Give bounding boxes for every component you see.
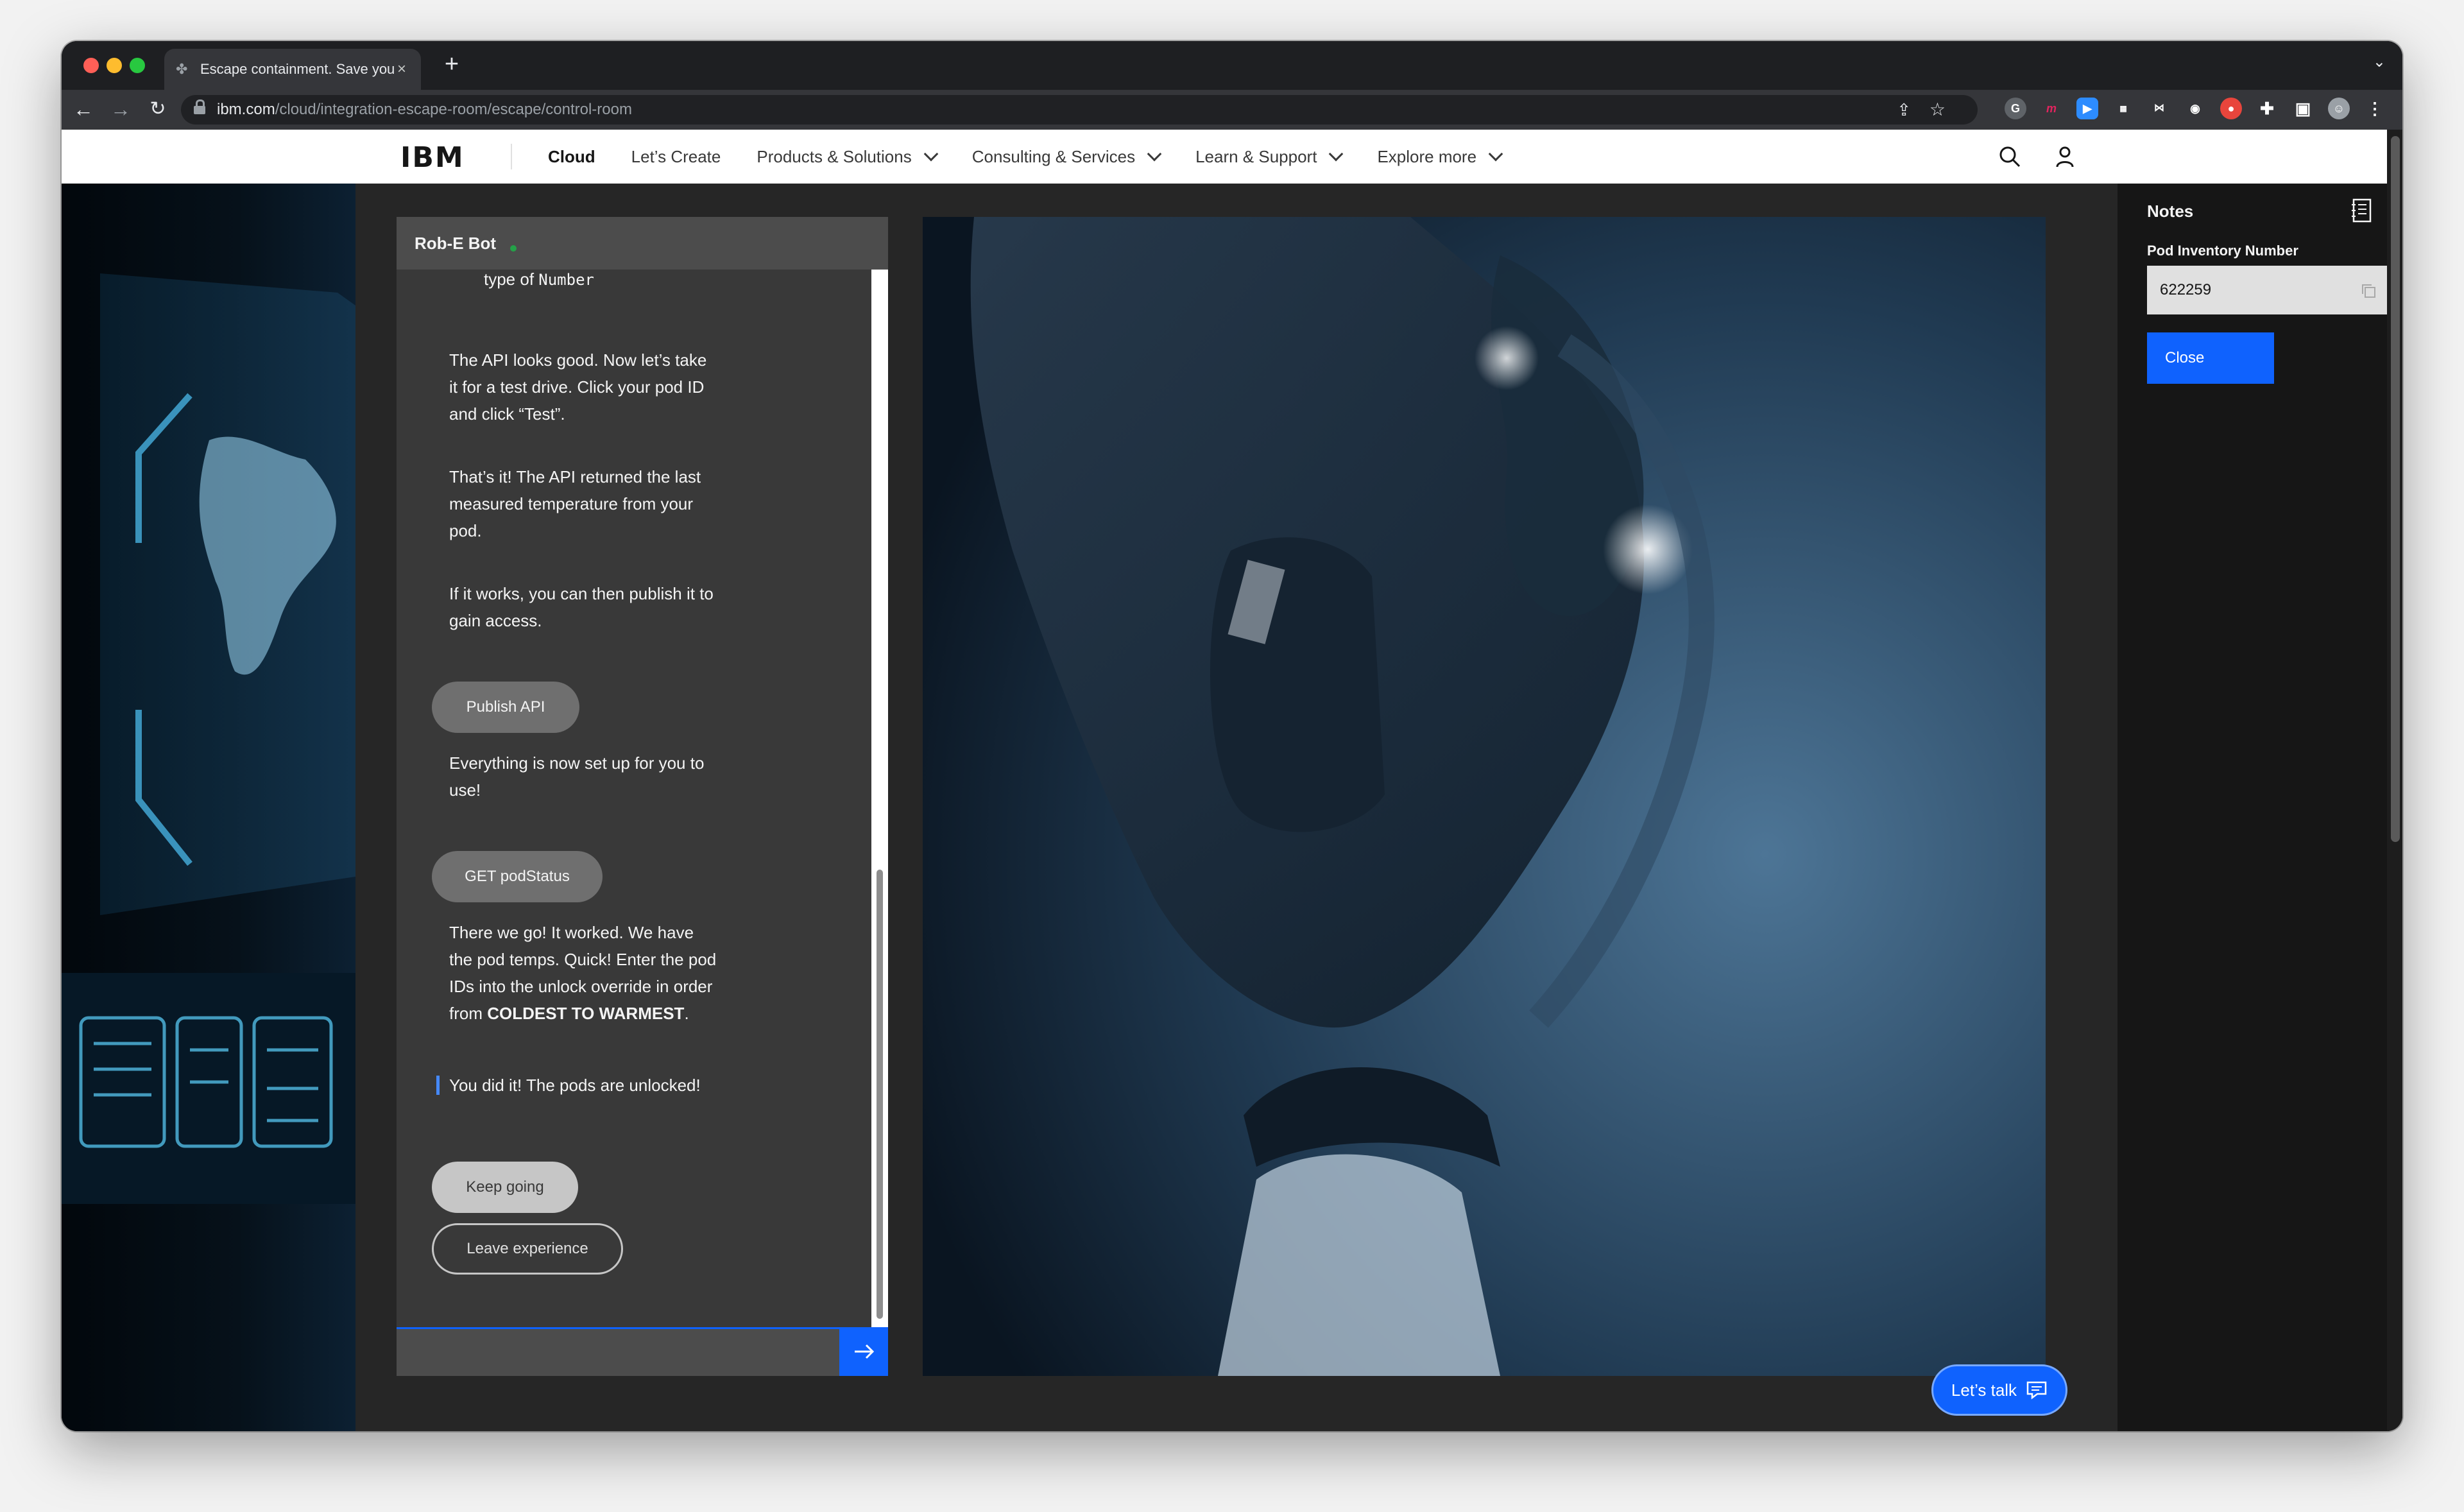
url-text: ibm.com/cloud/integration-escape-room/es… <box>217 101 632 118</box>
m-extension-icon[interactable]: m <box>2041 98 2062 119</box>
chat-messages[interactable]: type of Number The API looks good. Now l… <box>397 270 888 1277</box>
notes-title: Notes <box>2147 202 2194 221</box>
main-content: Rob-E Bot type of Number The API looks g… <box>355 184 2118 1431</box>
tab-title: Escape containment. Save your <box>200 61 394 77</box>
control-room-background <box>62 184 355 1431</box>
chat-input[interactable] <box>397 1327 839 1376</box>
browser-toolbar: ← → ↻ ibm.com/cloud/integration-escape-r… <box>62 90 2402 130</box>
profile-avatar[interactable]: ☺ <box>2328 98 2350 119</box>
page-scrollbar[interactable] <box>2387 130 2402 1431</box>
tab-strip: ✤ Escape containment. Save your × + ⌄ <box>62 41 2402 90</box>
online-status-dot <box>510 245 517 252</box>
notes-panel: Notes Pod Inventory Number 622259 Close <box>2118 184 2390 1431</box>
chevron-down-icon <box>1329 146 1344 162</box>
robot-illustration <box>923 217 2046 1376</box>
new-tab-button[interactable]: + <box>438 50 466 78</box>
close-button[interactable]: Close <box>2147 332 2274 384</box>
chevron-down-icon[interactable]: ⌄ <box>2373 53 2386 71</box>
chat-header: Rob-E Bot <box>397 217 888 270</box>
nav-link-products[interactable]: Products & Solutions <box>757 146 939 167</box>
new-extension-icon[interactable]: ▦ <box>2112 98 2134 119</box>
lets-talk-button[interactable]: Let’s talk <box>1931 1364 2067 1416</box>
minimize-window-button[interactable] <box>107 58 122 73</box>
chat-message: The API looks good. Now let’s take it fo… <box>449 350 707 424</box>
ibm-masthead: IBM Cloud Let’s Create Products & Soluti… <box>62 130 2387 184</box>
chat-scrollbar[interactable] <box>871 270 888 1328</box>
chat-message: You did it! The pods are unlocked! <box>449 1076 701 1095</box>
chevron-down-icon <box>1147 146 1162 162</box>
more-menu-icon[interactable]: ⋮ <box>2364 98 2386 119</box>
chat-message: Everything is now set up for you to use! <box>449 753 705 800</box>
web-page: IBM Cloud Let’s Create Products & Soluti… <box>62 130 2402 1431</box>
chat-message: type of Number <box>484 270 594 289</box>
pod-inventory-value: 622259 <box>2160 281 2212 298</box>
leave-experience-button[interactable]: Leave experience <box>432 1223 623 1275</box>
notebook-icon[interactable] <box>2351 198 2373 223</box>
ibm-logo[interactable]: IBM <box>400 141 465 174</box>
search-icon[interactable] <box>1997 144 2023 169</box>
extensions-bar: G m ▶ ▦ ⋈ ◉ ● ✚ ▣ ☺ ⋮ <box>2005 98 2386 119</box>
user-icon[interactable] <box>2052 144 2078 169</box>
keep-going-button[interactable]: Keep going <box>432 1162 578 1213</box>
record-extension-icon[interactable]: ● <box>2220 98 2242 119</box>
page-scrollbar-thumb[interactable] <box>2391 136 2400 842</box>
chat-message: There we go! It worked. We have the pod … <box>449 923 717 1023</box>
close-tab-icon[interactable]: × <box>394 60 409 78</box>
grammar-extension-icon[interactable]: G <box>2005 98 2026 119</box>
masthead-divider <box>511 144 512 169</box>
reload-icon[interactable]: ↻ <box>145 96 171 122</box>
puzzle-extensions-icon[interactable]: ✚ <box>2256 98 2278 119</box>
robot-hero-image <box>923 217 2046 1376</box>
vpn-extension-icon[interactable]: ⋈ <box>2148 98 2170 119</box>
nav-link-cloud[interactable]: Cloud <box>548 147 595 167</box>
chevron-down-icon <box>1488 146 1503 162</box>
robot-favicon-icon: ✤ <box>176 61 188 77</box>
chevron-down-icon <box>923 146 939 162</box>
back-arrow-icon[interactable]: ← <box>71 96 96 122</box>
eye-extension-icon[interactable]: ◉ <box>2184 98 2206 119</box>
masthead-nav: Cloud Let’s Create Products & Solutions … <box>548 130 1537 184</box>
arrow-right-icon <box>855 1344 875 1359</box>
new-message-indicator <box>436 1076 440 1095</box>
bookmark-star-icon[interactable]: ☆ <box>1929 99 1946 120</box>
lock-icon <box>194 99 205 115</box>
forward-arrow-icon[interactable]: → <box>108 96 133 122</box>
chatbot-panel: Rob-E Bot type of Number The API looks g… <box>397 217 888 1376</box>
close-window-button[interactable] <box>83 58 99 73</box>
chat-scrollbar-thumb[interactable] <box>877 870 883 1319</box>
get-pod-status-button[interactable]: GET podStatus <box>432 851 603 902</box>
pod-inventory-label: Pod Inventory Number <box>2147 243 2298 259</box>
zoom-extension-icon[interactable]: ▶ <box>2076 98 2098 119</box>
browser-tab[interactable]: ✤ Escape containment. Save your × <box>164 49 421 90</box>
nav-link-consulting[interactable]: Consulting & Services <box>972 146 1162 167</box>
hologram-map-illustration <box>62 273 355 1204</box>
lets-talk-label: Let’s talk <box>1951 1380 2017 1400</box>
nav-link-learn[interactable]: Learn & Support <box>1195 146 1344 167</box>
nav-link-explore[interactable]: Explore more <box>1377 146 1503 167</box>
send-button[interactable] <box>839 1327 888 1376</box>
side-panel-icon[interactable]: ▣ <box>2292 98 2314 119</box>
zoom-window-button[interactable] <box>130 58 145 73</box>
chat-message: That’s it! The API returned the last mea… <box>449 467 701 540</box>
address-bar[interactable]: ibm.com/cloud/integration-escape-room/es… <box>181 95 1978 125</box>
copy-icon[interactable] <box>2360 282 2377 299</box>
chat-message: If it works, you can then publish it to … <box>449 584 714 630</box>
chat-bubble-icon <box>2026 1381 2047 1400</box>
chat-title: Rob-E Bot <box>415 234 497 253</box>
nav-link-lets-create[interactable]: Let’s Create <box>631 147 721 167</box>
share-icon[interactable]: ⇪ <box>1897 100 1911 120</box>
publish-api-button[interactable]: Publish API <box>432 682 579 733</box>
browser-window: ✤ Escape containment. Save your × + ⌄ ← … <box>62 41 2402 1431</box>
pod-inventory-field[interactable]: 622259 <box>2147 266 2390 314</box>
